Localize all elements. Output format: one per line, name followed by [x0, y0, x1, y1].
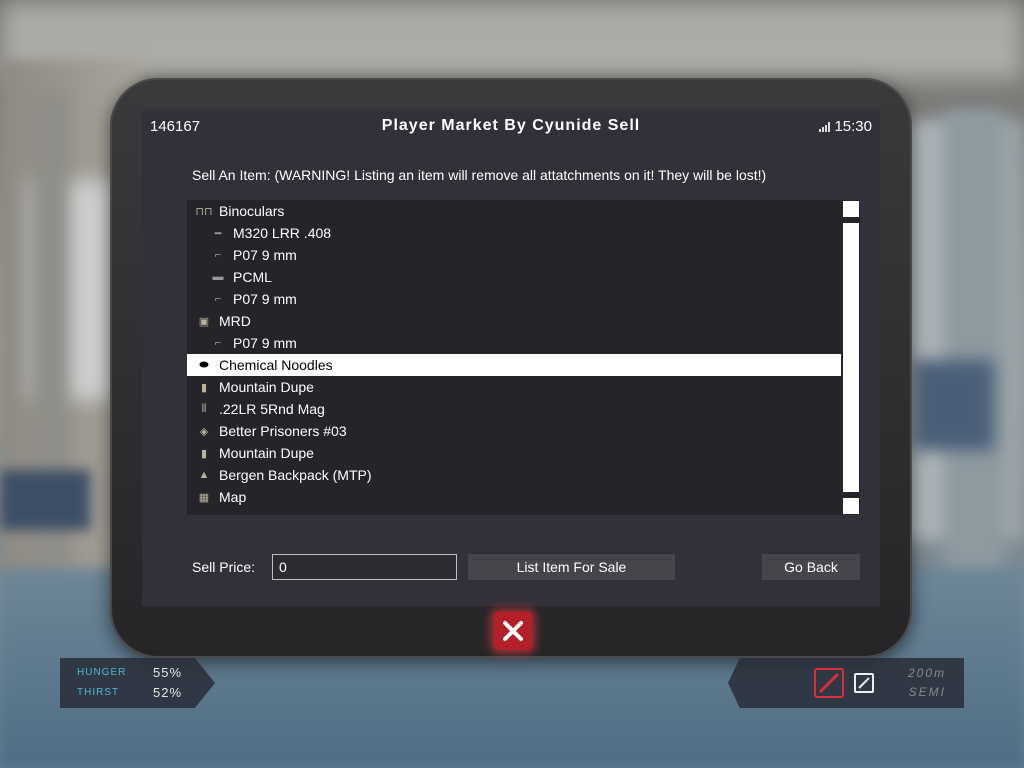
noodles-icon: ⬬ [199, 358, 209, 371]
list-item-label: M320 LRR .408 [233, 225, 332, 241]
sell-warning: Sell An Item: (WARNING! Listing an item … [192, 167, 767, 183]
binoculars-icon: ⊓⊓ [195, 205, 213, 218]
list-item-label: Chemical Noodles [219, 357, 333, 373]
weapon-hud: 200m SEMI [728, 658, 964, 708]
scroll-up-button[interactable] [843, 201, 859, 217]
zoom-readout: 200m [907, 666, 946, 680]
list-item[interactable]: ⌐ P07 9 mm [187, 288, 841, 310]
list-item-label: P07 9 mm [233, 247, 297, 263]
list-item[interactable]: ◈ Better Prisoners #03 [187, 420, 841, 442]
sell-price-input[interactable] [272, 554, 457, 580]
scroll-thumb[interactable] [843, 223, 859, 492]
list-item-label: Map [219, 489, 247, 505]
clock: 15:30 [819, 118, 872, 135]
page-title: Player Market By Cyunide Sell [381, 117, 641, 134]
status-bar: 146167 Player Market By Cyunide Sell 15:… [142, 110, 880, 144]
thirst-label: THIRST [77, 687, 120, 698]
list-item-label: Mountain Dupe [219, 379, 314, 395]
close-icon [503, 621, 523, 641]
backpack-icon: ▲ [198, 469, 210, 481]
hunger-label: HUNGER [77, 667, 127, 678]
no-magazine-icon [854, 673, 874, 693]
list-item-label: Mountain Dupe [219, 445, 314, 461]
list-item-label: .22LR 5Rnd Mag [219, 401, 325, 417]
list-item[interactable]: ▦ Map [187, 486, 841, 508]
ammo-icon: ⦀ [201, 402, 207, 415]
signal-icon [819, 121, 831, 132]
item-list[interactable]: ⊓⊓ Binoculars ━ M320 LRR .408 ⌐ P07 9 mm ▬ PCML… [187, 200, 860, 515]
rifle-icon: ━ [214, 227, 222, 240]
no-weapon-icon [814, 668, 844, 698]
map-icon: ▦ [198, 491, 210, 504]
scrollbar[interactable] [841, 200, 860, 515]
close-button[interactable] [494, 612, 532, 650]
list-item-label: Binoculars [219, 203, 285, 219]
hunger-value: 55% [153, 665, 183, 680]
list-item-label: Better Prisoners #03 [219, 423, 347, 439]
list-item[interactable]: ⊓⊓ Binoculars [187, 200, 841, 222]
list-item-label: Bergen Backpack (MTP) [219, 467, 372, 483]
soda-bottle-icon: ▮ [200, 381, 208, 394]
list-item[interactable]: ⦀ .22LR 5Rnd Mag [187, 398, 841, 420]
rangefinder-icon: ▣ [198, 315, 210, 328]
fire-mode: SEMI [908, 685, 946, 699]
market-screen: 146167 Player Market By Cyunide Sell 15:… [142, 110, 880, 606]
survival-hud: HUNGER 55% THIRST 52% [60, 658, 215, 708]
list-item[interactable]: ▣ MRD [187, 310, 841, 332]
soda-bottle-icon: ▮ [200, 447, 208, 460]
scroll-down-button[interactable] [843, 498, 859, 514]
list-item-label: P07 9 mm [233, 335, 297, 351]
list-item[interactable]: ━ M320 LRR .408 [187, 222, 841, 244]
list-item[interactable]: ⌐ P07 9 mm [187, 332, 841, 354]
list-item[interactable]: ▮ Mountain Dupe [187, 442, 841, 464]
list-item[interactable]: ▮ Mountain Dupe [187, 376, 841, 398]
pistol-icon: ⌐ [214, 249, 222, 261]
list-item[interactable]: ⌐ P07 9 mm [187, 244, 841, 266]
list-item[interactable]: ⬬ Chemical Noodles [187, 354, 841, 376]
list-item[interactable]: ▬ PCML [187, 266, 841, 288]
magazine-icon: ◈ [199, 425, 209, 438]
launcher-icon: ▬ [212, 271, 224, 283]
list-item-button[interactable]: List Item For Sale [468, 554, 675, 580]
list-item-label: PCML [233, 269, 272, 285]
list-item-label: MRD [219, 313, 251, 329]
go-back-button[interactable]: Go Back [762, 554, 860, 580]
pistol-icon: ⌐ [214, 337, 222, 349]
clock-time: 15:30 [834, 118, 872, 135]
list-item[interactable]: ▲ Bergen Backpack (MTP) [187, 464, 841, 486]
pistol-icon: ⌐ [214, 293, 222, 305]
sell-price-label: Sell Price: [192, 559, 256, 575]
thirst-value: 52% [153, 685, 183, 700]
list-item-label: P07 9 mm [233, 291, 297, 307]
